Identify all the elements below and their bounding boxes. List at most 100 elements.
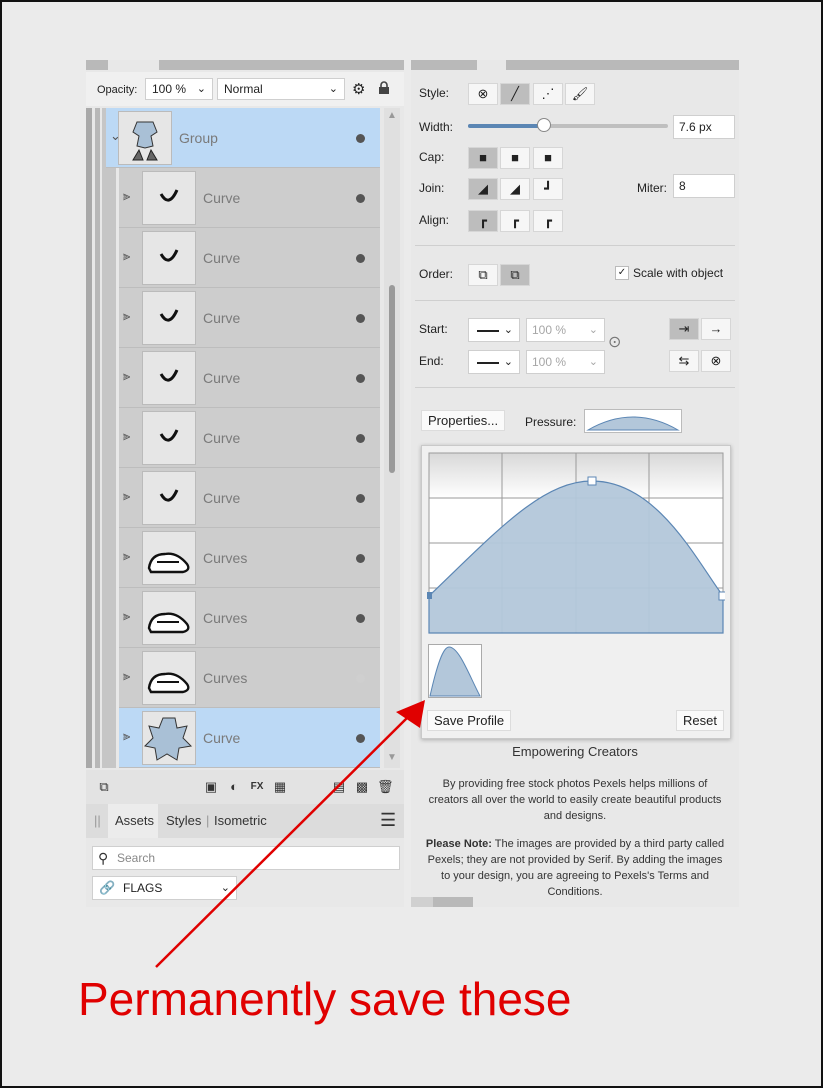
chevron-down-icon: ⌄ — [588, 356, 598, 368]
fx-icon[interactable]: FX — [249, 779, 265, 795]
tab-isometric[interactable]: Isometric — [214, 813, 267, 828]
visibility-dot[interactable] — [356, 134, 365, 143]
opacity-dropdown[interactable]: 100 % ⌄ — [145, 78, 213, 100]
visibility-dot[interactable] — [356, 314, 365, 323]
panel-grip-icon[interactable]: || — [94, 813, 101, 828]
brush-button[interactable]: 🖌 — [565, 83, 595, 105]
layer-row[interactable]: ⌄ Group — [106, 108, 380, 168]
start-scale-dropdown[interactable]: 100 % ⌄ — [526, 318, 605, 342]
clip-icon[interactable]: ⫸ — [123, 428, 130, 444]
miter-input[interactable]: 8 — [673, 174, 735, 198]
start-arrowhead-dropdown[interactable]: ⌄ — [468, 318, 520, 342]
link-scale-icon[interactable]: ⊙ — [608, 332, 621, 352]
adjustment-icon[interactable]: ◐ — [226, 779, 242, 795]
butt-cap-button[interactable]: ■ — [468, 147, 498, 169]
round-join-button[interactable]: ◢ — [468, 178, 498, 200]
reset-button[interactable]: Reset — [676, 710, 724, 731]
curve-thumb — [142, 471, 196, 525]
visibility-dot[interactable] — [356, 494, 365, 503]
width-slider-track[interactable] — [468, 118, 668, 132]
pressure-curve-button[interactable] — [584, 409, 682, 433]
tab-styles[interactable]: Styles — [166, 813, 201, 828]
scroll-up-icon[interactable]: ▲ — [387, 110, 397, 121]
bevel-join-button[interactable]: ◢ — [500, 178, 530, 200]
curve-node-peak[interactable] — [587, 476, 597, 486]
align-outside-button[interactable]: ┏ — [533, 210, 563, 232]
solid-line-button[interactable]: ╱ — [500, 83, 530, 105]
blend-mode-dropdown[interactable]: Normal ⌄ — [217, 78, 345, 100]
end-scale-dropdown[interactable]: 100 % ⌄ — [526, 350, 605, 374]
live-filter-icon[interactable]: ▦ — [272, 779, 288, 795]
layers-scrollbar[interactable]: ▲ ▼ — [384, 108, 400, 768]
curve-thumb — [142, 411, 196, 465]
layer-row[interactable]: ⫸ Curves — [119, 648, 380, 708]
visibility-dot[interactable] — [356, 374, 365, 383]
visibility-dot[interactable] — [356, 194, 365, 203]
clip-icon[interactable]: ⫸ — [123, 308, 130, 324]
mask-icon[interactable]: ▣ — [203, 779, 219, 795]
clip-icon[interactable]: ⫸ — [123, 608, 130, 624]
add-layer-icon[interactable]: ▤ — [331, 779, 347, 795]
swap-arrowheads-button[interactable]: ⇆ — [669, 350, 699, 372]
layer-row[interactable]: ⫸ Curve — [119, 288, 380, 348]
arrow-align-inside-button[interactable]: ⇥ — [669, 318, 699, 340]
clip-icon[interactable]: ⫸ — [123, 188, 130, 204]
stroke-behind-button[interactable]: ⧉ — [468, 264, 498, 286]
dashed-line-button[interactable]: ⋰ — [533, 83, 563, 105]
group-layer-icon[interactable]: ▩ — [354, 779, 370, 795]
curve-node-left[interactable] — [427, 592, 432, 599]
menu-icon[interactable]: ☰ — [380, 810, 396, 831]
search-input[interactable]: ⚲ Search — [92, 846, 400, 870]
visibility-dot[interactable] — [356, 434, 365, 443]
save-profile-button[interactable]: Save Profile — [427, 710, 512, 731]
curve-node-right[interactable] — [718, 591, 725, 601]
pexels-note: Please Note: The images are provided by … — [425, 836, 725, 900]
visibility-dot[interactable] — [356, 734, 365, 743]
opacity-label: Opacity: — [97, 84, 138, 96]
layer-row[interactable]: ⫸ Curve — [119, 228, 380, 288]
clip-icon[interactable]: ⫸ — [123, 668, 130, 684]
trash-icon[interactable]: 🗑 — [377, 779, 394, 795]
no-stroke-button[interactable]: ⊗ — [468, 83, 498, 105]
category-dropdown[interactable]: 🔗 FLAGS ⌄ — [92, 876, 237, 900]
lock-icon[interactable] — [378, 81, 390, 95]
square-cap-button[interactable]: ■ — [533, 147, 563, 169]
width-input[interactable]: 7.6 px — [673, 115, 735, 139]
clip-icon[interactable]: ⫸ — [123, 248, 130, 264]
remove-arrowheads-button[interactable]: ⊗ — [701, 350, 731, 372]
tab-assets[interactable]: Assets — [115, 813, 154, 828]
layer-row[interactable]: ⫸ Curve — [119, 408, 380, 468]
visibility-dot[interactable] — [356, 674, 365, 683]
align-center-button[interactable]: ┏ — [500, 210, 530, 232]
gear-icon[interactable]: ⚙ — [352, 80, 365, 98]
align-inside-button[interactable]: ┏ — [468, 210, 498, 232]
layers-toolbar: ⧉ ▣ ◐ FX ▦ ▤ ▩ 🗑 — [86, 770, 404, 804]
saved-profile-thumbnail[interactable] — [428, 644, 482, 698]
stroke-front-button[interactable]: ⧉ — [500, 264, 530, 286]
miter-join-button[interactable]: ┛ — [533, 178, 563, 200]
visibility-dot[interactable] — [356, 554, 365, 563]
scale-checkbox[interactable]: ✓ — [615, 266, 629, 280]
arrange-icon[interactable]: ⧉ — [96, 779, 112, 795]
clip-icon[interactable]: ⫸ — [123, 488, 130, 504]
layer-row[interactable]: ⫸ Curve — [119, 168, 380, 228]
panel-footer — [433, 897, 473, 907]
arrow-align-outside-button[interactable]: → — [701, 318, 731, 340]
scroll-down-icon[interactable]: ▼ — [387, 752, 397, 763]
layer-row[interactable]: ⫸ Curve — [119, 708, 380, 768]
visibility-dot[interactable] — [356, 254, 365, 263]
clip-icon[interactable]: ⫸ — [123, 728, 130, 744]
width-slider-handle[interactable] — [537, 118, 551, 132]
properties-button[interactable]: Properties... — [421, 410, 506, 431]
visibility-dot[interactable] — [356, 614, 365, 623]
layer-row[interactable]: ⫸ Curves — [119, 528, 380, 588]
pressure-graph[interactable] — [427, 451, 725, 635]
end-arrowhead-dropdown[interactable]: ⌄ — [468, 350, 520, 374]
layer-row[interactable]: ⫸ Curve — [119, 348, 380, 408]
clip-icon[interactable]: ⫸ — [123, 368, 130, 384]
round-cap-button[interactable]: ■ — [500, 147, 530, 169]
clip-icon[interactable]: ⫸ — [123, 548, 130, 564]
layer-row[interactable]: ⫸ Curves — [119, 588, 380, 648]
layer-row[interactable]: ⫸ Curve — [119, 468, 380, 528]
scrollbar-thumb[interactable] — [389, 285, 395, 473]
